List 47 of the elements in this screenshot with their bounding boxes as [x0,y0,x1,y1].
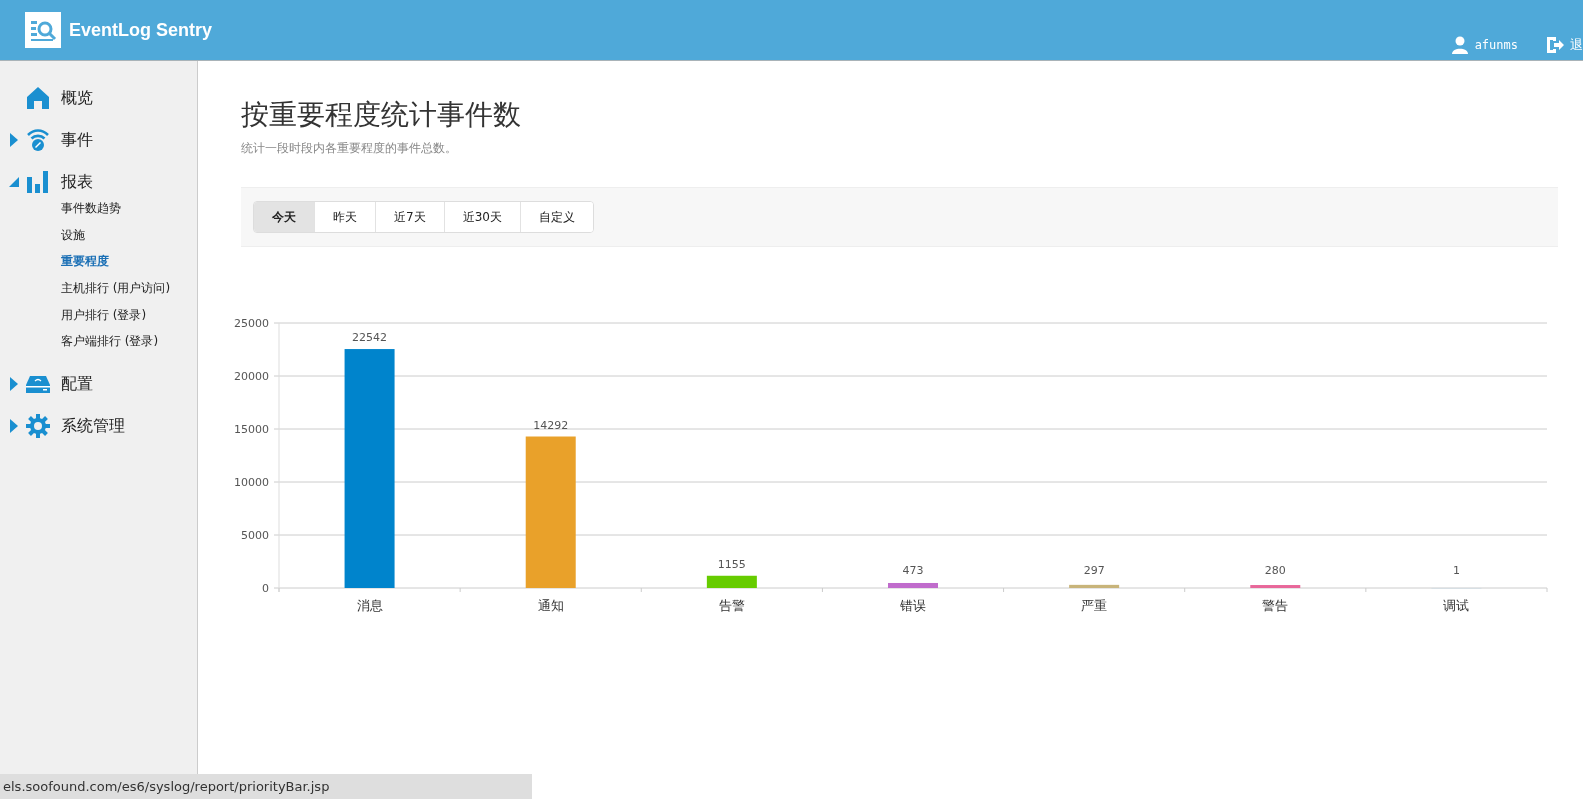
nav-item[interactable]: 概览 [0,83,197,113]
value-label: 14292 [533,418,569,432]
status-url: els.soofound.com/es6/syslog/report/priorityBar.jsp [0,774,532,799]
axis-label: 20000 [234,370,269,383]
nav-item[interactable]: 事件 [0,125,197,155]
axis-label: 0 [262,582,269,595]
nav-subitem[interactable]: 客户端排行 (登录) [0,330,159,358]
value-label: 280 [1264,564,1286,577]
axis-label: 25000 [234,317,269,330]
bar [706,575,757,588]
user-icon [1450,36,1469,54]
logout-icon [1546,36,1564,54]
bar [1069,584,1120,588]
category-label: 通知 [537,598,564,613]
nav-subitem[interactable]: 主机排行 (用户访问) [0,277,171,304]
wifi-icon [26,128,50,152]
nav-subitem[interactable]: 重要程度 [0,250,109,278]
value-label: 473 [902,564,924,577]
category-label: 调试 [1443,598,1470,613]
axis-label: 10000 [234,476,269,489]
nav-item[interactable]: 报表 [0,167,197,197]
nav-item[interactable]: 配置 [0,369,197,400]
category-label: 消息 [356,598,383,613]
nav-subitem[interactable]: 事件数趋势 [0,197,121,224]
page-subtitle: 统计一段时段内各重要程度的事件总数。 [241,140,458,157]
bar [888,583,938,588]
page-title: 按重要程度统计事件数 [241,97,522,133]
value-label: 297 [1083,564,1105,577]
nav-subitem[interactable]: 用户排行 (登录) [0,303,147,331]
nav-item[interactable]: 系统管理 [0,411,197,442]
range-tab[interactable]: 今天 [254,202,315,232]
bar [1250,585,1301,588]
category-label: 告警 [718,598,745,613]
value-label: 1 [1452,564,1460,577]
app-name: EventLog Sentry [69,19,213,41]
axis-label: 5000 [241,529,269,542]
value-label: 22542 [352,331,388,345]
bar-chart-icon [26,170,50,194]
category-label: 严重 [1081,598,1108,613]
category-label: 警告 [1262,598,1289,613]
axis-label: 15000 [234,423,269,436]
gear-icon [26,414,50,439]
category-label: 错误 [900,598,926,613]
nav-subitem[interactable]: 设施 [0,223,85,251]
value-label: 1155 [717,557,746,571]
house-icon [26,86,50,110]
logo-icon [25,12,61,48]
